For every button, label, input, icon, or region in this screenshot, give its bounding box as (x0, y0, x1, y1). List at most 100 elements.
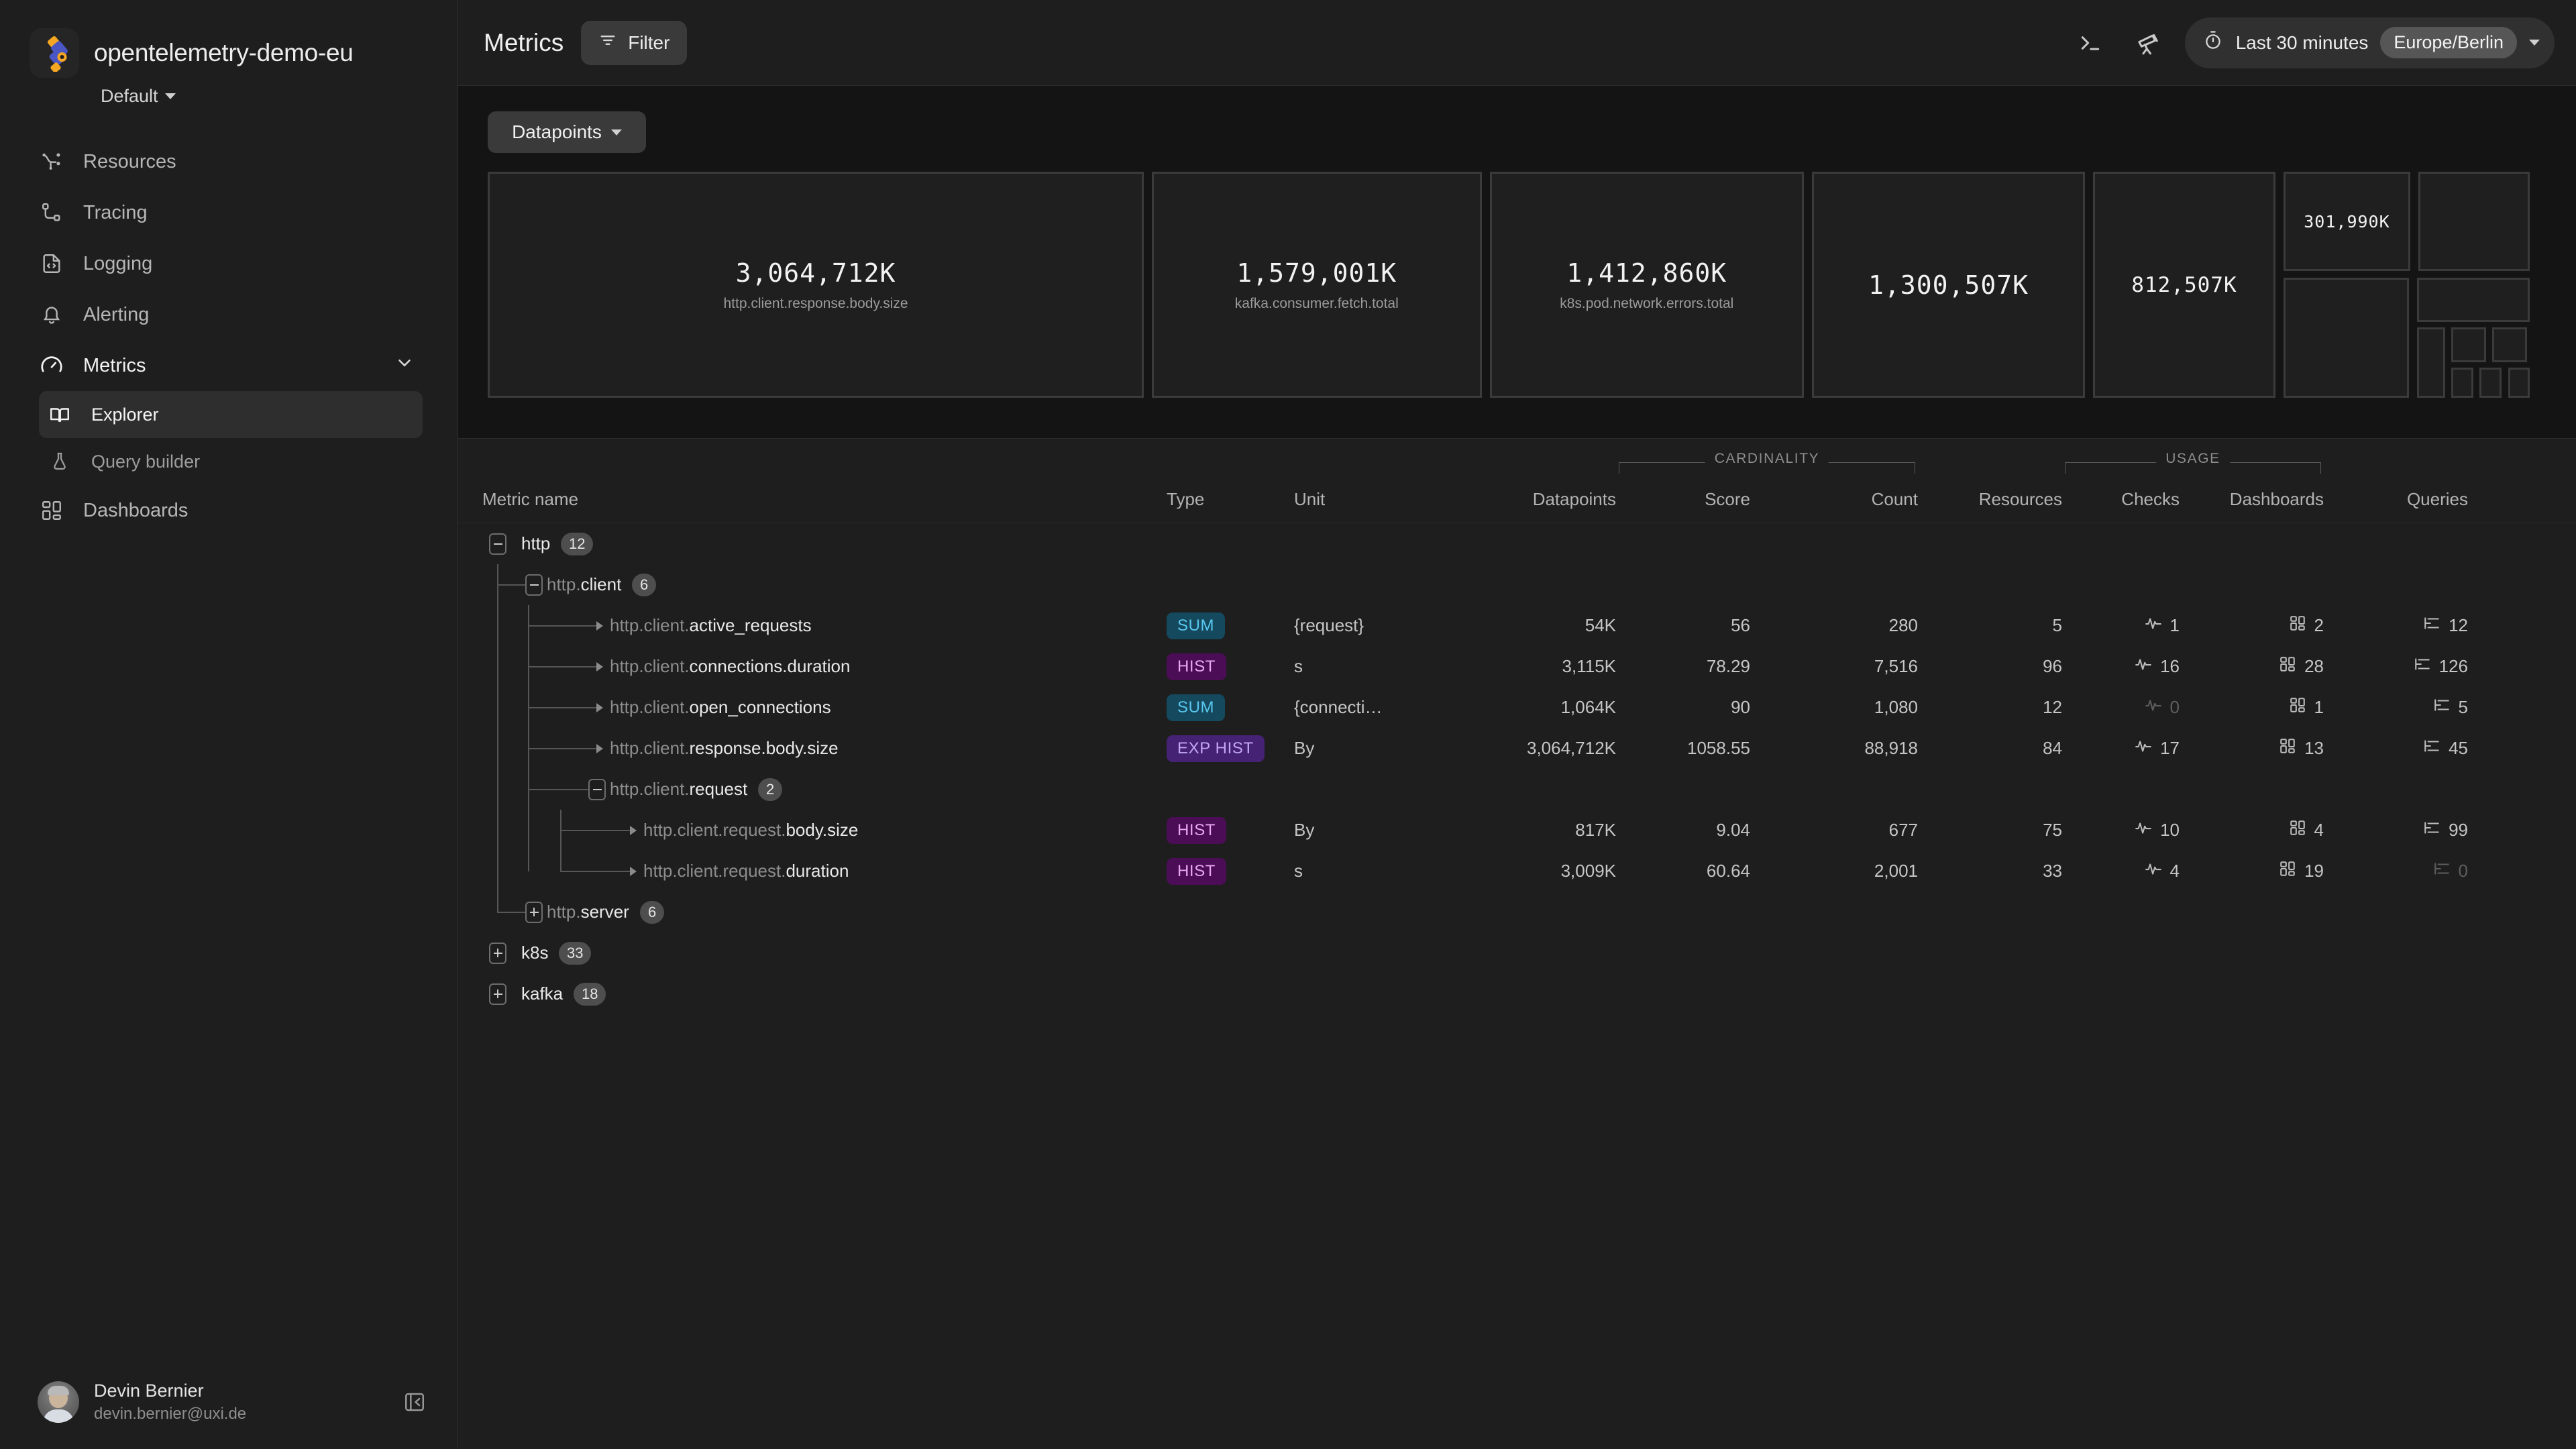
table-row[interactable]: http.client.connections.durationHISTs3,1… (458, 646, 2576, 687)
treemap-cell[interactable] (2508, 368, 2530, 398)
metric-type-cell: HIST (1167, 858, 1294, 885)
metric-name-cell[interactable]: http.client.response.body.size (482, 728, 1167, 769)
column-header-dashboards[interactable]: Dashboards (2180, 489, 2324, 510)
treemap-cell[interactable] (2418, 172, 2530, 271)
metric-name-cell[interactable]: http.client6 (482, 564, 1167, 605)
table-row[interactable]: http.client.active_requestsSUM{request}5… (458, 605, 2576, 646)
treemap-cell[interactable]: 301,990K (2284, 172, 2411, 271)
column-header-resources[interactable]: Resources (1918, 489, 2062, 510)
metric-name-cell[interactable]: http.client.request.body.size (482, 810, 1167, 851)
main-content: Metrics Filter (458, 0, 2576, 1449)
sidebar-item-logging[interactable]: Logging (0, 238, 458, 289)
treemap-cell[interactable]: 1,579,001Kkafka.consumer.fetch.total (1152, 172, 1482, 398)
column-header-count[interactable]: Count (1750, 489, 1918, 510)
table-row[interactable]: http.client.request.durationHISTs3,009K6… (458, 851, 2576, 892)
treemap-cell[interactable] (2492, 327, 2527, 362)
table-row[interactable]: http.server6 (458, 892, 2576, 932)
treemap-cell[interactable] (2417, 327, 2445, 398)
metric-count-cell: 677 (1750, 820, 1918, 841)
column-header-queries[interactable]: Queries (2324, 489, 2468, 510)
treemap-cell[interactable] (2417, 278, 2530, 322)
table-row[interactable]: http.client.response.body.sizeEXP HISTBy… (458, 728, 2576, 769)
telescope-icon[interactable] (2127, 22, 2169, 64)
timezone-pill[interactable]: Europe/Berlin (2380, 27, 2517, 58)
metric-name-cell[interactable]: http.client.connections.duration (482, 646, 1167, 687)
metric-datapoints-cell: 3,009K (1448, 861, 1616, 881)
metric-name-cell[interactable]: kafka18 (482, 973, 1167, 1014)
metric-name-cell[interactable]: http.client.request.duration (482, 851, 1167, 892)
treemap-cell[interactable] (2451, 327, 2486, 362)
sidebar-item-label: Tracing (83, 202, 148, 224)
column-header-unit[interactable]: Unit (1294, 489, 1448, 510)
table-row[interactable]: kafka18 (458, 973, 2576, 1014)
metric-unit-cell: s (1294, 861, 1448, 881)
primary-nav: Resources Tracing (0, 136, 458, 536)
table-row[interactable]: http12 (458, 523, 2576, 564)
collapse-toggle[interactable] (525, 574, 543, 596)
table-row[interactable]: k8s33 (458, 932, 2576, 973)
table-row[interactable]: http.client.open_connectionsSUM{connecti… (458, 687, 2576, 728)
table-group-headers: CARDINALITY USAGE (458, 439, 2576, 476)
sidebar-item-metrics[interactable]: Metrics (0, 340, 458, 391)
column-header-metric-name[interactable]: Metric name (482, 489, 1167, 510)
brand-title: opentelemetry-demo-eu (94, 39, 354, 67)
column-header-checks[interactable]: Checks (2062, 489, 2180, 510)
metric-name-cell[interactable]: k8s33 (482, 932, 1167, 973)
query-list-icon (2414, 655, 2431, 678)
metric-name-cell[interactable]: http.server6 (482, 892, 1167, 932)
treemap-cell[interactable]: 3,064,712Khttp.client.response.body.size (488, 172, 1144, 398)
table-row[interactable]: http.client.request.body.sizeHISTBy817K9… (458, 810, 2576, 851)
table-header-row: Metric name Type Unit Datapoints Score C… (458, 476, 2576, 523)
column-header-score[interactable]: Score (1616, 489, 1750, 510)
metric-queries-cell: 5 (2324, 696, 2468, 718)
treemap-cell[interactable] (2451, 368, 2473, 398)
column-header-datapoints[interactable]: Datapoints (1448, 489, 1616, 510)
tree-line (528, 810, 529, 851)
brand[interactable]: opentelemetry-demo-eu (0, 0, 458, 78)
metric-checks-cell: 0 (2062, 696, 2180, 718)
metric-name-cell[interactable]: http12 (482, 523, 1167, 564)
sidebar-item-query-builder[interactable]: Query builder (39, 438, 423, 485)
metric-name-text: http (521, 533, 550, 554)
value: 12 (2449, 615, 2468, 636)
dashboards-grid-icon (39, 498, 64, 523)
terminal-icon[interactable] (2070, 22, 2111, 64)
treemap-cell[interactable]: 1,300,507K (1812, 172, 2086, 398)
sidebar-item-explorer[interactable]: Explorer (39, 391, 423, 438)
query-list-icon (2433, 860, 2451, 882)
metric-name-cell[interactable]: http.client.active_requests (482, 605, 1167, 646)
collapse-toggle[interactable] (588, 779, 606, 800)
logging-file-code-icon (39, 251, 64, 276)
time-range-picker[interactable]: Last 30 minutes Europe/Berlin (2185, 17, 2555, 68)
expand-toggle[interactable] (489, 983, 506, 1005)
treemap-cell-value: 812,507K (2131, 273, 2237, 297)
metric-count-cell: 1,080 (1750, 697, 1918, 718)
metric-name-cell[interactable]: http.client.open_connections (482, 687, 1167, 728)
treemap-cell[interactable] (2284, 278, 2409, 398)
treemap-cell[interactable]: 812,507K (2093, 172, 2275, 398)
panel-collapse-icon[interactable] (400, 1388, 429, 1416)
collapse-toggle[interactable] (489, 533, 506, 555)
sidebar-item-dashboards[interactable]: Dashboards (0, 485, 458, 536)
metric-name-cell[interactable]: http.client.request2 (482, 769, 1167, 810)
metric-name-text: http.client.request.duration (643, 861, 849, 881)
table-row[interactable]: http.client6 (458, 564, 2576, 605)
filter-button[interactable]: Filter (581, 21, 687, 65)
sidebar-item-resources[interactable]: Resources (0, 136, 458, 187)
dashboards-grid-icon (2279, 655, 2296, 678)
sidebar-item-alerting[interactable]: Alerting (0, 289, 458, 340)
sidebar-item-tracing[interactable]: Tracing (0, 187, 458, 238)
topbar: Metrics Filter (458, 0, 2576, 86)
expand-toggle[interactable] (489, 943, 506, 964)
metric-unit-cell: By (1294, 820, 1448, 841)
treemap-metric-selector[interactable]: Datapoints (488, 111, 646, 153)
treemap-cell[interactable]: 1,412,860Kk8s.pod.network.errors.total (1490, 172, 1805, 398)
treemap-cell[interactable] (2479, 368, 2502, 398)
column-header-type[interactable]: Type (1167, 489, 1294, 510)
metric-dashboards-cell: 28 (2180, 655, 2324, 678)
chevron-down-icon[interactable] (394, 353, 415, 378)
user-profile[interactable]: Devin Bernier devin.bernier@uxi.de (0, 1381, 458, 1424)
table-row[interactable]: http.client.request2 (458, 769, 2576, 810)
expand-toggle[interactable] (525, 902, 543, 923)
workspace-selector[interactable]: Default (0, 78, 458, 107)
